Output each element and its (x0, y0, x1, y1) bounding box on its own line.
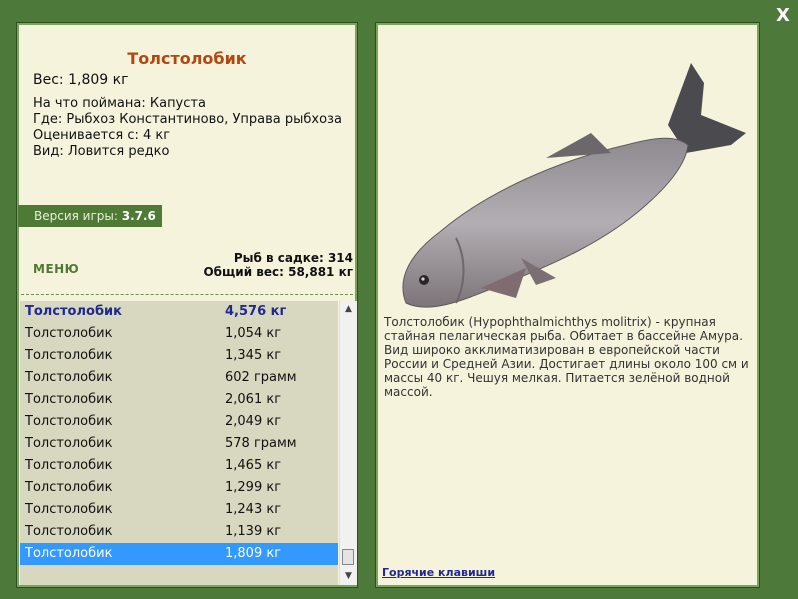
cage-stats: Рыб в садке: 314 Общий вес: 58,881 кг (203, 251, 353, 279)
scroll-down-icon[interactable]: ▼ (340, 568, 357, 585)
list-item[interactable]: Толстолобик 2,061 кг (20, 389, 338, 411)
fish-title: Толстолобик (127, 49, 247, 68)
close-icon[interactable]: X (772, 5, 794, 27)
fish-in-cage: Рыб в садке: 314 (233, 251, 353, 265)
scroll-up-icon[interactable]: ▲ (340, 301, 357, 318)
list-item[interactable]: Толстолобик 1,054 кг (20, 323, 338, 345)
version-label: Версия игры: (34, 209, 118, 223)
list-item[interactable]: Толстолобик 2,049 кг (20, 411, 338, 433)
game-version: Версия игры: 3.7.6 (18, 205, 162, 227)
fish-weight: Вес: 1,809 кг (33, 72, 129, 88)
divider (21, 294, 353, 295)
catch-location: Где: Рыбхоз Константиново, Управа рыбхоз… (33, 112, 342, 127)
list-item[interactable]: Толстолобик 602 грамм (20, 367, 338, 389)
hotkeys-link[interactable]: Горячие клавиши (382, 566, 495, 579)
list-item[interactable]: Толстолобик 1,243 кг (20, 499, 338, 521)
list-item[interactable]: Толстолобик 4,576 кг (20, 301, 338, 323)
total-weight: Общий вес: 58,881 кг (203, 265, 353, 279)
scroll-thumb[interactable] (342, 549, 354, 565)
fish-description: Толстолобик (Hypophthalmichthys molitrix… (384, 315, 749, 399)
fish-kind: Вид: Ловится редко (33, 144, 170, 159)
list-item[interactable]: Толстолобик 1,345 кг (20, 345, 338, 367)
list-item[interactable]: Толстолобик 1,299 кг (20, 477, 338, 499)
caught-with: На что поймана: Капуста (33, 96, 206, 111)
fish-detail-panel: Толстолобик (Hypophthalmichthys molitrix… (375, 22, 760, 588)
fish-image (402, 63, 746, 308)
catch-list[interactable]: Толстолобик 4,576 кг Толстолобик 1,054 кг … (20, 301, 338, 585)
valued-from: Оценивается с: 4 кг (33, 128, 171, 143)
menu-button[interactable]: МЕНЮ (33, 262, 79, 276)
list-item-selected[interactable]: Толстолобик 1,809 кг (20, 543, 338, 565)
list-item[interactable]: Толстолобик 578 грамм (20, 433, 338, 455)
list-scrollbar[interactable]: ▲ ▼ (339, 301, 357, 585)
fish-info-panel: Толстолобик Вес: 1,809 кг На что поймана… (16, 22, 358, 588)
version-value: 3.7.6 (121, 209, 156, 223)
list-item[interactable]: Толстолобик 1,139 кг (20, 521, 338, 543)
list-item[interactable]: Толстолобик 1,465 кг (20, 455, 338, 477)
